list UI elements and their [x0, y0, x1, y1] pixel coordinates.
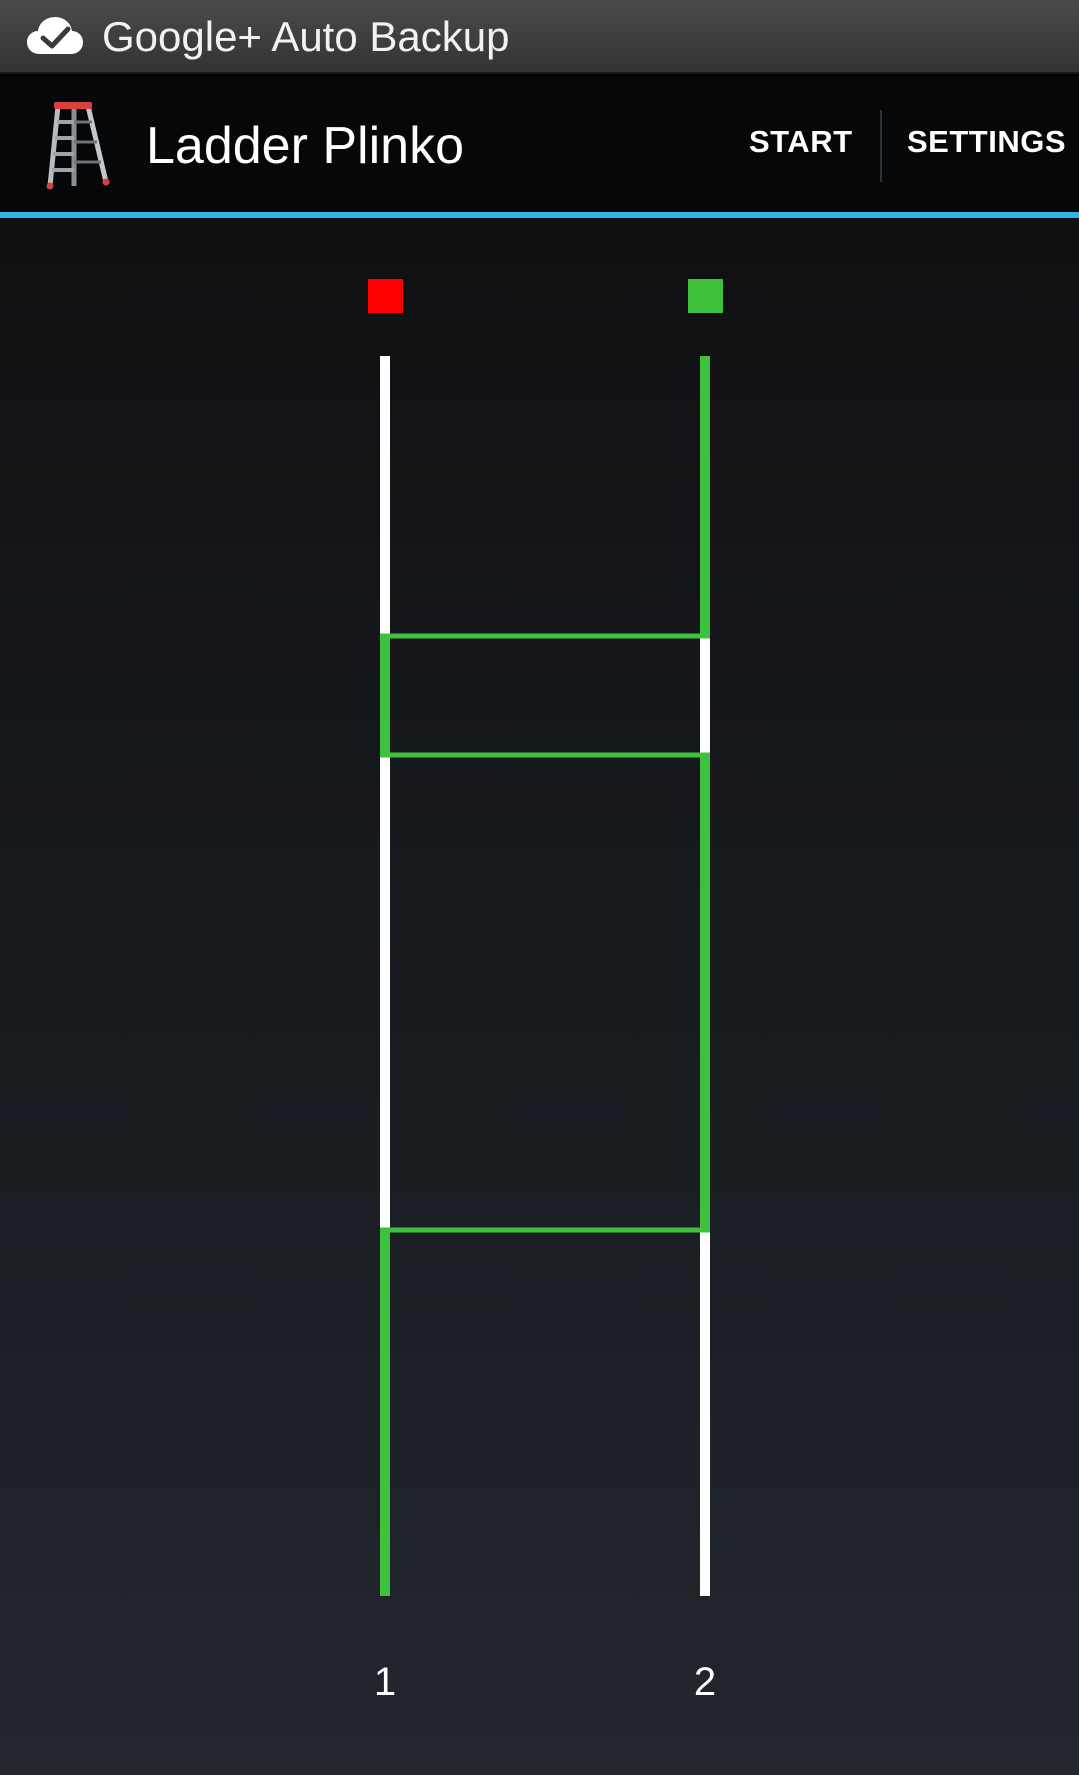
action-divider	[880, 110, 882, 182]
notification-text: Google+ Auto Backup	[102, 13, 510, 60]
lane-2-start-marker[interactable]	[688, 279, 723, 313]
app-title: Ladder Plinko	[146, 117, 464, 175]
game-board: 1 2	[0, 218, 1079, 1775]
lane-1-start-marker[interactable]	[368, 279, 403, 313]
settings-button[interactable]: SETTINGS	[907, 122, 1066, 162]
lane-1-label: 1	[373, 1660, 397, 1704]
action-bar: Ladder Plinko START SETTINGS	[0, 76, 1079, 212]
notification-bar: Google+ Auto Backup	[0, 0, 1079, 74]
lane-2-label: 2	[693, 1660, 717, 1704]
start-button[interactable]: START	[749, 122, 853, 162]
ladder-board	[368, 279, 723, 1596]
cloud-check-icon	[27, 17, 83, 54]
ladder-icon[interactable]	[44, 98, 112, 192]
